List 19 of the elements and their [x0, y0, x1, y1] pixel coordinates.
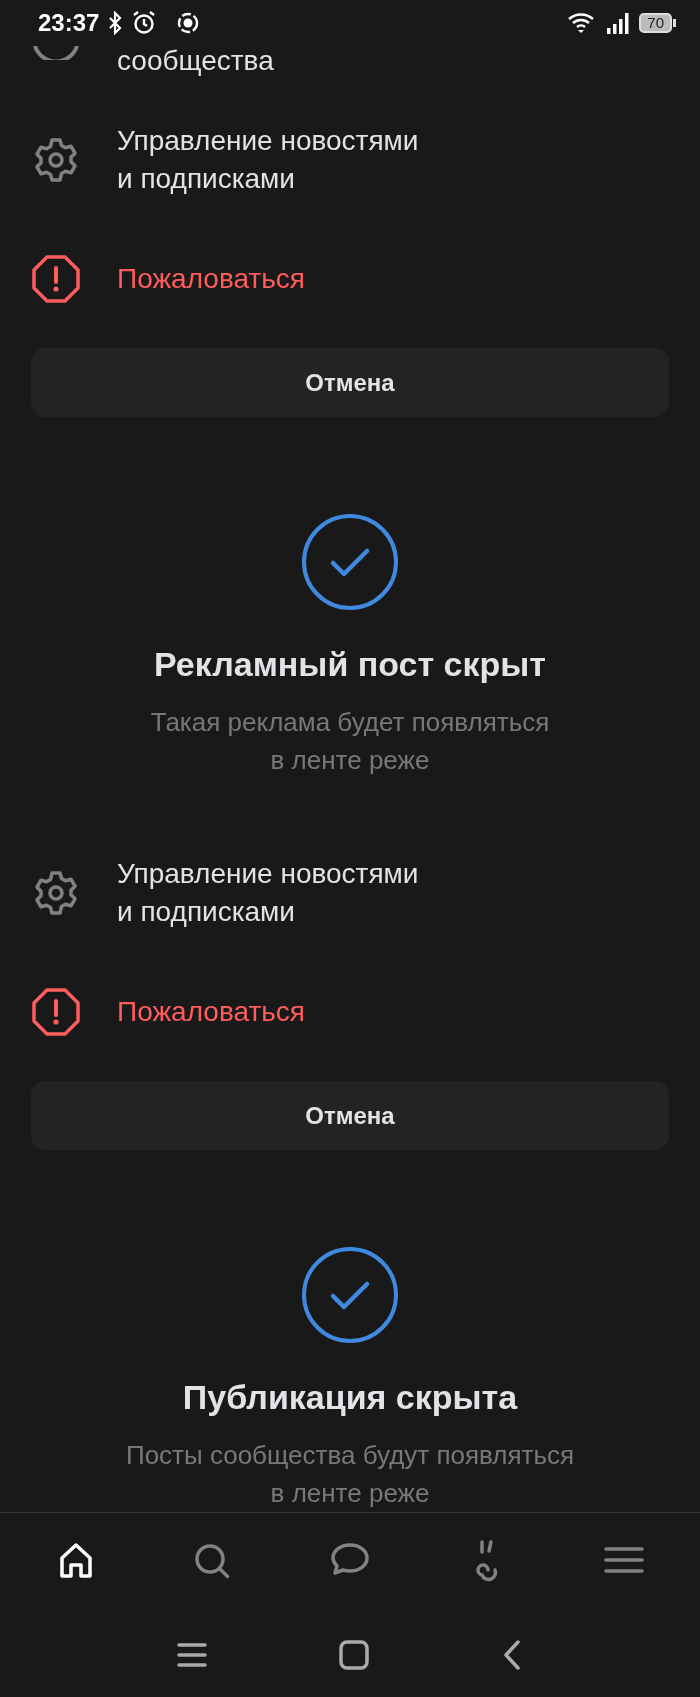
- warning-icon: [31, 987, 81, 1037]
- checkmark-circle-icon: [300, 512, 400, 612]
- status-description: Такая реклама будет появляться в ленте реже: [150, 706, 550, 777]
- cancel-button[interactable]: Отмена: [31, 348, 669, 417]
- home-button-icon[interactable]: [338, 1638, 370, 1671]
- status-title: Публикация скрыта: [182, 1377, 518, 1418]
- menu-item[interactable]: Управление новостями и подписками: [117, 122, 419, 198]
- bluetooth-icon: [107, 11, 124, 35]
- clock-time: 23:37: [38, 9, 100, 37]
- checkmark-circle-icon: [300, 1245, 400, 1345]
- report-link[interactable]: Пожаловаться: [117, 993, 305, 1031]
- warning-icon: [31, 254, 81, 304]
- menu-item[interactable]: сообщества: [117, 42, 274, 80]
- signal-icon: [605, 10, 632, 36]
- menu-item[interactable]: Управление новостями и подписками: [117, 855, 419, 931]
- status-title: Рекламный пост скрыт: [154, 644, 546, 685]
- report-link[interactable]: Пожаловаться: [117, 260, 305, 298]
- cancel-button[interactable]: Отмена: [31, 1081, 669, 1150]
- status-description: Посты сообщества будут появляться в ленте реже: [125, 1439, 575, 1510]
